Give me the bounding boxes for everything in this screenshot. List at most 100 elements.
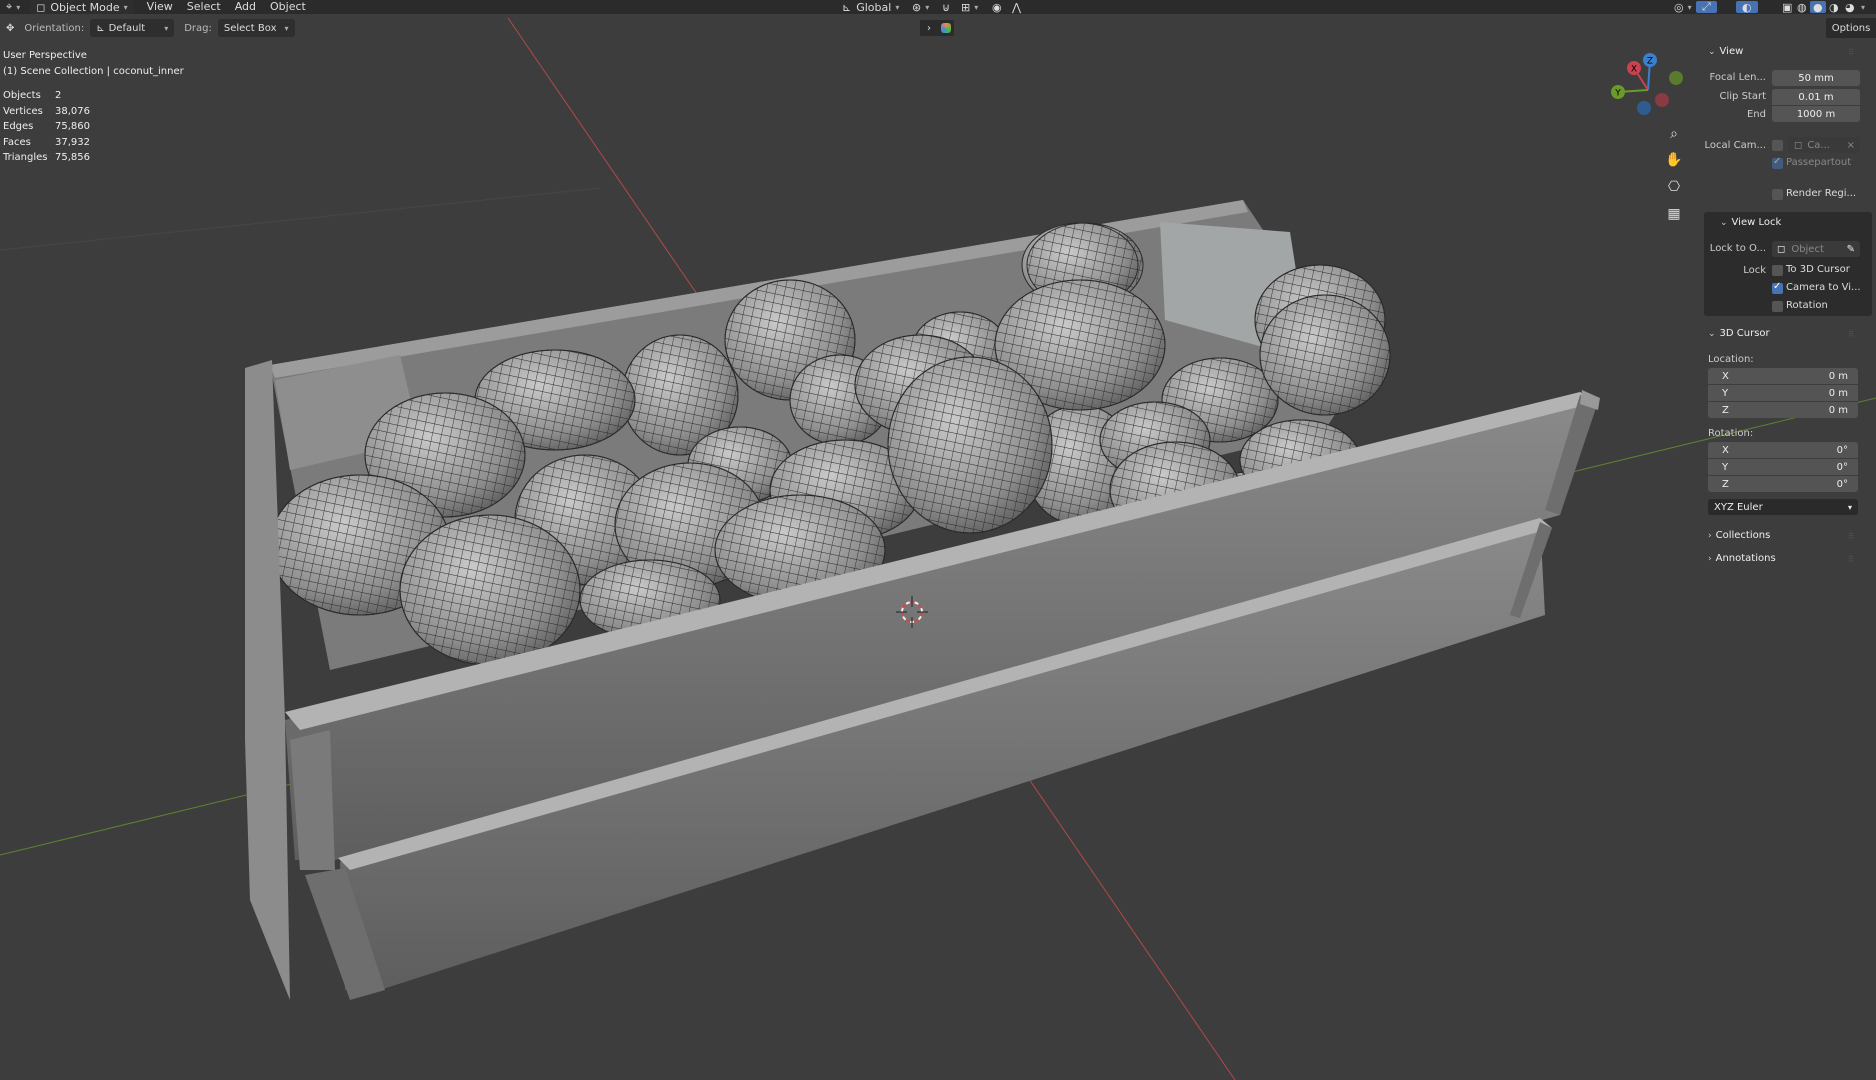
snap-increment-icon: ⊞: [961, 0, 971, 14]
zoom-icon[interactable]: ⌕: [1662, 122, 1686, 146]
viewport-info: User Perspective (1) Scene Collection | …: [3, 48, 184, 80]
annotations-section-header[interactable]: › Annotations: [1708, 553, 1776, 564]
lock-label: Lock: [1743, 265, 1766, 276]
3d-cursor-section-header[interactable]: ⌄ 3D Cursor: [1708, 328, 1770, 339]
transform-orientation-dropdown[interactable]: ⊾ Global ▾: [836, 0, 905, 14]
shading-solid[interactable]: ●: [1810, 0, 1826, 14]
svg-text:Z: Z: [1647, 57, 1653, 67]
chevron-down-icon: ⌄: [1720, 217, 1728, 228]
chevron-down-icon: ▾: [1861, 2, 1866, 12]
lock-to-object-label: Lock to O...: [1709, 243, 1766, 254]
camera-to-view-label: Camera to Vi...: [1786, 282, 1861, 293]
overlays-toggle[interactable]: ◐: [1736, 0, 1758, 14]
scene-stats: Objects 2 Vertices 38,076 Edges 75,860 Face…: [3, 88, 90, 166]
svg-text:Y: Y: [1614, 89, 1621, 99]
overlays-icon: ◐: [1742, 0, 1752, 14]
local-camera-label: Local Cam...: [1704, 140, 1766, 151]
cursor-rotation-x[interactable]: X 0°: [1708, 442, 1858, 458]
view-lock-header[interactable]: ⌄ View Lock: [1720, 217, 1781, 228]
snap-toggle[interactable]: ⊍: [936, 0, 956, 14]
solid-sphere-icon: ●: [1813, 0, 1823, 14]
active-collection: (1) Scene Collection | coconut_inner: [3, 66, 184, 77]
cursor-location-x[interactable]: X0 m: [1708, 368, 1858, 384]
rendered-sphere-icon: ◕: [1845, 0, 1855, 14]
render-region-checkbox[interactable]: [1772, 189, 1783, 200]
clip-start-field[interactable]: 0.01 m: [1772, 89, 1860, 105]
editor-type-button[interactable]: ⌖ ▾: [0, 0, 26, 14]
orientation-dropdown[interactable]: ⊾ Default ▾: [90, 19, 175, 37]
header-expand-toggle[interactable]: ›: [920, 20, 938, 36]
collections-section-header[interactable]: › Collections: [1708, 530, 1770, 541]
eyedropper-icon[interactable]: ✎: [1847, 244, 1855, 255]
options-dropdown[interactable]: Options: [1826, 18, 1876, 38]
tool-settings-bar: ✥ Orientation: ⊾ Default ▾ Drag: Select B…: [0, 18, 295, 38]
chevron-down-icon: ⌄: [1708, 328, 1716, 339]
render-region-label: Render Regi...: [1786, 188, 1857, 199]
camera-view-icon[interactable]: ⎔: [1662, 175, 1686, 199]
cursor-rotation-y[interactable]: Y 0°: [1708, 459, 1858, 475]
local-camera-field[interactable]: ◻ Ca... ×: [1788, 137, 1860, 153]
stat-row: Faces 37,932: [3, 136, 90, 148]
crate-left-wall: [245, 360, 290, 1000]
cursor-location-y[interactable]: Y0 m: [1708, 385, 1858, 401]
visibility-dropdown[interactable]: ◎ ▾: [1668, 0, 1698, 14]
drag-dropdown[interactable]: Select Box ▾: [217, 19, 295, 37]
cube-icon: ◻: [36, 0, 46, 14]
lock-to-object-field[interactable]: ◻ Object ✎: [1772, 241, 1860, 257]
chevron-right-icon: ›: [1708, 553, 1712, 564]
lock-to-3d-cursor-label: To 3D Cursor: [1786, 264, 1850, 275]
stat-row: Objects 2: [3, 90, 62, 101]
viewport-editor-icon: ⌖: [6, 0, 13, 13]
cursor-rotation-z[interactable]: Z 0°: [1708, 476, 1858, 492]
snap-target-dropdown[interactable]: ⊞ ▾: [955, 0, 984, 14]
orientation-axes-icon: ⊾: [96, 22, 105, 34]
transform-tool-icon[interactable]: ✥: [0, 19, 20, 37]
3d-viewport[interactable]: User Perspective (1) Scene Collection | …: [0, 0, 1876, 1080]
rotation-label: Rotation:: [1708, 428, 1754, 439]
shading-options-dropdown[interactable]: ▾: [1858, 0, 1868, 14]
shading-material[interactable]: ◑: [1826, 0, 1842, 14]
menu-object[interactable]: Object: [263, 0, 313, 14]
orientation-icon: ⊾: [842, 0, 852, 14]
focal-length-label: Focal Len...: [1709, 72, 1766, 83]
shading-wireframe[interactable]: ◍: [1794, 0, 1810, 14]
rotation-mode-dropdown[interactable]: XYZ Euler ▾: [1708, 499, 1858, 515]
navigation-gizmo[interactable]: Z X Y: [1608, 48, 1688, 128]
falloff-dropdown[interactable]: ⋀: [1006, 0, 1027, 14]
lock-to-3d-cursor-checkbox[interactable]: [1772, 265, 1783, 276]
view-section-header[interactable]: ⌄ View: [1708, 46, 1743, 57]
lock-rotation-checkbox[interactable]: [1772, 301, 1783, 312]
chevron-down-icon: ⌄: [1708, 46, 1716, 57]
passepartout-label: Passepartout: [1786, 157, 1852, 168]
stat-row: Triangles 75,856: [3, 152, 90, 163]
orientation-label: Orientation:: [24, 22, 85, 34]
proportional-edit-toggle[interactable]: ◉: [986, 0, 1008, 14]
drag-label: Drag:: [184, 22, 212, 34]
clear-x-icon[interactable]: ×: [1847, 140, 1855, 151]
focal-length-field[interactable]: 50 mm: [1772, 70, 1860, 86]
local-camera-checkbox[interactable]: [1772, 140, 1783, 151]
asset-shelf-icon[interactable]: [938, 20, 954, 36]
cursor-location-z[interactable]: Z0 m: [1708, 402, 1858, 418]
menu-add[interactable]: Add: [228, 0, 263, 14]
magnet-icon: ⊍: [942, 0, 951, 14]
pivot-point-dropdown[interactable]: ⊛ ▾: [906, 0, 935, 14]
viewport-scene: [0, 17, 1876, 1080]
gizmo-neg-y: [1669, 71, 1683, 85]
proportional-icon: ◉: [992, 0, 1002, 14]
menu-select[interactable]: Select: [180, 0, 228, 14]
ortho-grid-icon[interactable]: ▦: [1662, 202, 1686, 226]
material-sphere-icon: ◑: [1829, 0, 1839, 14]
passepartout-checkbox[interactable]: [1772, 156, 1783, 169]
pan-hand-icon[interactable]: ✋: [1662, 148, 1686, 172]
shading-rendered[interactable]: ◕: [1842, 0, 1858, 14]
mode-dropdown[interactable]: ◻ Object Mode ▾: [30, 0, 134, 14]
chevron-right-icon: ›: [1708, 530, 1712, 541]
camera-to-view-checkbox[interactable]: [1772, 281, 1783, 294]
menu-view[interactable]: View: [140, 0, 180, 14]
clip-end-field[interactable]: 1000 m: [1772, 106, 1860, 122]
gizmo-icon: ⤢: [1702, 0, 1711, 13]
gizmo-toggle[interactable]: ⤢: [1696, 0, 1717, 13]
viewport-header: ⌖ ▾ ◻ Object Mode ▾ View Select Add Object…: [0, 0, 1876, 14]
clip-start-label: Clip Start: [1719, 91, 1767, 102]
